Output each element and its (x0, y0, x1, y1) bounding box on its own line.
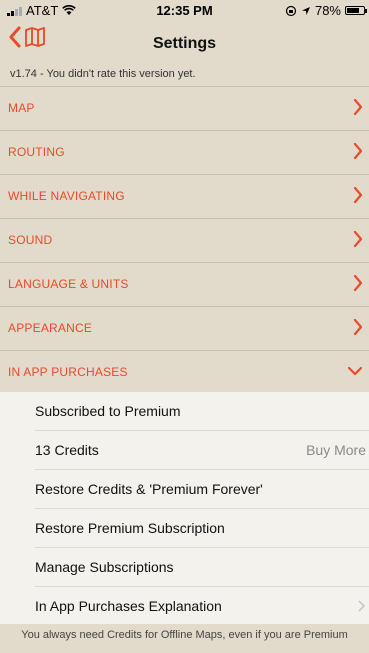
section-label: LANGUAGE & UNITS (8, 277, 129, 291)
status-bar: AT&T 12:35 PM 78% (0, 0, 369, 20)
section-label: SOUND (8, 233, 53, 247)
section-label: ROUTING (8, 145, 65, 159)
manage-subscriptions-row[interactable]: Manage Subscriptions (0, 548, 369, 587)
section-label: MAP (8, 101, 35, 115)
chevron-right-icon (353, 318, 363, 336)
section-language-units[interactable]: LANGUAGE & UNITS (0, 262, 369, 306)
location-icon (301, 6, 310, 15)
version-text: v1.74 - You didn't rate this version yet… (10, 68, 196, 80)
chevron-down-icon (347, 366, 363, 376)
in-app-purchases-panel: Subscribed to Premium 13 Credits Buy Mor… (0, 392, 369, 624)
rotation-lock-icon (285, 5, 297, 16)
section-map[interactable]: MAP (0, 86, 369, 130)
section-routing[interactable]: ROUTING (0, 130, 369, 174)
section-in-app-purchases[interactable]: IN APP PURCHASES (0, 350, 369, 394)
footer-note: You always need Credits for Offline Maps… (0, 624, 369, 653)
row-label: Restore Credits & 'Premium Forever' (35, 481, 263, 497)
status-right-group: 78% (285, 3, 367, 18)
row-label: Restore Premium Subscription (35, 520, 225, 536)
section-label: APPEARANCE (8, 321, 93, 335)
chevron-right-icon (358, 600, 365, 612)
section-while-navigating[interactable]: WHILE NAVIGATING (0, 174, 369, 218)
chevron-right-icon (353, 186, 363, 204)
row-label: Subscribed to Premium (35, 403, 181, 419)
credits-row[interactable]: 13 Credits Buy More (0, 431, 369, 470)
chevron-right-icon (353, 230, 363, 248)
section-appearance[interactable]: APPEARANCE (0, 306, 369, 350)
row-label: Manage Subscriptions (35, 559, 174, 575)
restore-subscription-row[interactable]: Restore Premium Subscription (0, 509, 369, 548)
chevron-right-icon (353, 274, 363, 292)
purchases-explanation-row[interactable]: In App Purchases Explanation (0, 587, 369, 626)
section-label: WHILE NAVIGATING (8, 189, 125, 203)
restore-credits-row[interactable]: Restore Credits & 'Premium Forever' (0, 470, 369, 509)
battery-fill (347, 8, 360, 13)
page-title: Settings (152, 35, 217, 52)
battery-percent: 78% (314, 3, 341, 18)
row-label: In App Purchases Explanation (35, 598, 222, 614)
subscribed-premium-row: Subscribed to Premium (0, 392, 369, 431)
buy-more-button[interactable]: Buy More (306, 442, 366, 458)
chevron-right-icon (353, 98, 363, 116)
section-label: IN APP PURCHASES (8, 365, 128, 379)
section-sound[interactable]: SOUND (0, 218, 369, 262)
row-label: 13 Credits (35, 442, 99, 458)
navigation-bar: Settings (0, 20, 369, 66)
chevron-right-icon (353, 142, 363, 160)
battery-icon (345, 6, 367, 15)
